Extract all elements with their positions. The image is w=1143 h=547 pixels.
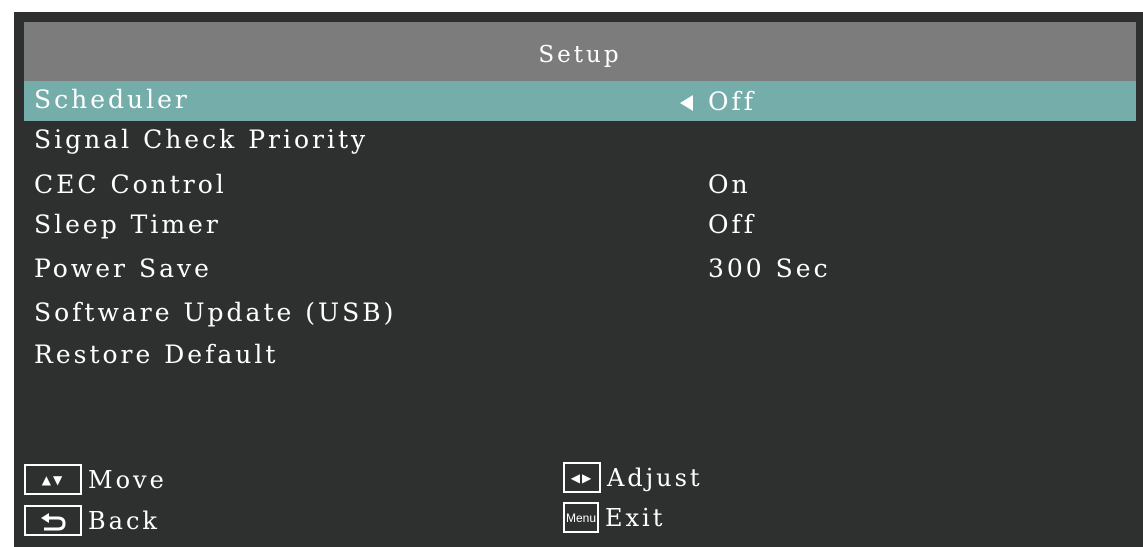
menu-title: Setup (24, 22, 1136, 88)
menu-key-icon: Menu (563, 502, 599, 533)
left-arrow-icon[interactable] (680, 95, 693, 111)
menu-item-scheduler[interactable]: Scheduler Off (24, 81, 1136, 121)
menu-item-label: Software Update (USB) (34, 298, 397, 327)
return-arrow-icon (24, 505, 82, 536)
menu-item-value: On (708, 170, 751, 199)
menu-item-value: Off (708, 87, 757, 116)
menu-item-label: Power Save (34, 254, 212, 283)
menu-item-sleep-timer[interactable]: Sleep Timer Off (14, 206, 1143, 246)
footer-back-label: Back (88, 506, 160, 535)
menu-item-label: Sleep Timer (34, 210, 221, 239)
menu-item-value: Off (708, 210, 757, 239)
footer-exit-hint: Menu Exit (563, 502, 665, 533)
menu-item-value: 300 Sec (708, 254, 831, 283)
setup-menu-panel: Setup Scheduler Off Signal Check Priorit… (14, 12, 1143, 547)
footer-back-hint: Back (24, 505, 160, 536)
footer-adjust-hint: ◀▶ Adjust (563, 462, 703, 493)
menu-item-label: CEC Control (34, 170, 227, 199)
menu-item-power-save[interactable]: Power Save 300 Sec (14, 250, 1143, 290)
menu-item-cec-control[interactable]: CEC Control On (14, 166, 1143, 206)
menu-item-label: Scheduler (34, 85, 190, 114)
menu-item-signal-check-priority[interactable]: Signal Check Priority (14, 121, 1143, 161)
footer-adjust-label: Adjust (607, 463, 703, 492)
footer-exit-label: Exit (605, 503, 666, 532)
menu-item-software-update[interactable]: Software Update (USB) (14, 294, 1143, 334)
menu-item-label: Restore Default (34, 340, 279, 369)
footer-move-label: Move (88, 465, 167, 494)
left-right-triangles-icon: ◀▶ (563, 462, 601, 493)
menu-item-restore-default[interactable]: Restore Default (14, 336, 1143, 376)
menu-item-label: Signal Check Priority (34, 125, 369, 154)
return-arrow-glyph (41, 512, 66, 530)
footer-move-hint: ▲▼ Move (24, 464, 167, 495)
up-down-triangles-icon: ▲▼ (24, 464, 82, 495)
